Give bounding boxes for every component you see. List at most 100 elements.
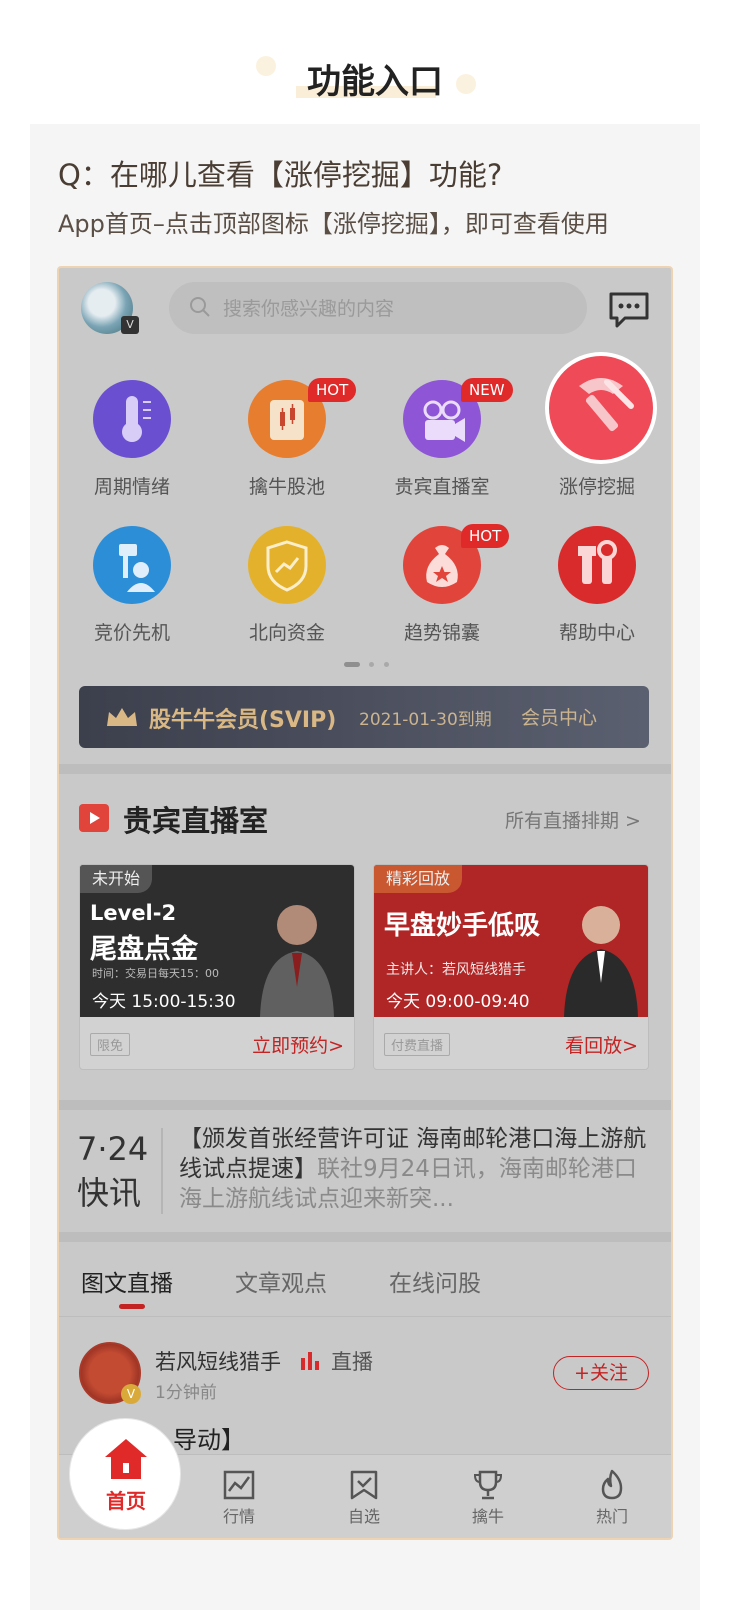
thermometer-icon xyxy=(93,380,171,458)
faq-question: Q：在哪儿查看【涨停挖掘】功能? xyxy=(58,158,503,192)
nav-label: 自选 xyxy=(347,1507,380,1526)
grid-item-cycle-sentiment[interactable]: 周期情绪 xyxy=(67,380,197,510)
app-topbar: V 搜索你感兴趣的内容 xyxy=(59,268,671,348)
grid-item-label: 擒牛股池 xyxy=(248,476,325,498)
grid-item-auction[interactable]: 竞价先机 xyxy=(67,526,197,656)
news-divider xyxy=(161,1128,163,1214)
page-indicator xyxy=(344,662,404,668)
vip-expiry: 2021-01-30到期 xyxy=(359,710,492,730)
nav-hot[interactable]: 热门 xyxy=(572,1469,652,1527)
grid-item-label: 帮助中心 xyxy=(558,622,635,644)
tab-online-qa[interactable]: 在线问股 xyxy=(389,1264,481,1298)
search-icon xyxy=(190,297,210,317)
live-subtitle: 主讲人：若风短线猎手 xyxy=(386,962,526,978)
page-header: 功能入口 xyxy=(0,50,750,110)
author-name[interactable]: 若风短线猎手 xyxy=(155,1346,281,1376)
message-icon[interactable] xyxy=(607,288,651,332)
grid-item-help-center[interactable]: 帮助中心 xyxy=(532,526,662,656)
grid-item-label: 涨停挖掘 xyxy=(558,476,635,498)
nav-label: 行情 xyxy=(222,1507,255,1526)
shield-chart-icon xyxy=(248,526,326,604)
grid-item-stock-pool[interactable]: HOT 擒牛股池 xyxy=(222,378,357,510)
live-headline: 早盘妙手低吸 xyxy=(384,911,541,941)
grid-item-trend-tips[interactable]: HOT 趋势锦囊 xyxy=(377,524,510,656)
tab-divider xyxy=(59,1316,671,1317)
grid-item-label: 周期情绪 xyxy=(93,476,170,498)
faq-card: Q：在哪儿查看【涨停挖掘】功能? App首页–点击顶部图标【涨停挖掘】，即可查看… xyxy=(30,124,700,1610)
verified-badge: V xyxy=(121,316,139,334)
page-title: 功能入口 xyxy=(307,62,443,102)
live-label: 直播 xyxy=(331,1350,373,1374)
replay-button[interactable]: 看回放> xyxy=(565,1031,638,1058)
page-dot xyxy=(369,662,374,667)
search-placeholder: 搜索你感兴趣的内容 xyxy=(223,298,395,320)
nav-bull[interactable]: 擒牛 xyxy=(448,1469,528,1527)
section-divider xyxy=(59,1100,671,1110)
section-divider xyxy=(59,1232,671,1242)
live-section-title: 贵宾直播室 xyxy=(123,804,269,838)
vip-title: 股牛牛会员(SVIP) xyxy=(149,708,337,733)
home-icon xyxy=(105,1439,147,1479)
host-photo xyxy=(260,905,334,1017)
follow-button[interactable]: +关注 xyxy=(553,1356,649,1390)
vip-banner[interactable]: 股牛牛会员(SVIP) 2021-01-30到期 会员中心 xyxy=(79,686,649,748)
live-status-tag: 未开始 xyxy=(80,865,153,893)
live-card[interactable]: 精彩回放 早盘妙手低吸 主讲人：若风短线猎手 今天 09:00-09:40 付费… xyxy=(373,864,649,1070)
live-headline: Level-2 xyxy=(90,901,177,925)
nav-label: 首页 xyxy=(106,1489,146,1513)
trophy-icon xyxy=(473,1470,503,1500)
news-logo-bottom: 快讯 xyxy=(77,1174,142,1212)
member-center-link[interactable]: 会员中心 xyxy=(521,703,597,730)
nav-market[interactable]: 行情 xyxy=(199,1469,279,1527)
section-divider xyxy=(59,764,671,774)
hot-badge: HOT xyxy=(308,378,357,402)
hot-badge: HOT xyxy=(461,524,510,548)
live-room-icon xyxy=(79,804,109,832)
tools-icon xyxy=(558,526,636,604)
auction-icon xyxy=(93,526,171,604)
live-thumbnail: 精彩回放 早盘妙手低吸 主讲人：若风短线猎手 今天 09:00-09:40 xyxy=(374,865,648,1017)
post-title-end: 导动】 xyxy=(173,1426,245,1454)
page-dot-active xyxy=(344,662,360,667)
new-badge: NEW xyxy=(461,378,513,402)
app-screenshot: V 搜索你感兴趣的内容 周期情绪 HOT 擒牛股池 NEW 贵宾直播室 涨停挖掘… xyxy=(57,266,673,1540)
grid-item-label: 贵宾直播室 xyxy=(394,476,490,498)
active-tab-indicator xyxy=(119,1304,145,1309)
live-bars-icon xyxy=(301,1352,319,1370)
live-thumbnail: 未开始 Level-2 尾盘点金 时间：交易日每天15：00 今天 15:00-… xyxy=(80,865,354,1017)
host-photo xyxy=(564,906,638,1017)
reserve-button[interactable]: 立即预约> xyxy=(252,1031,344,1058)
live-card[interactable]: 未开始 Level-2 尾盘点金 时间：交易日每天15：00 今天 15:00-… xyxy=(79,864,355,1070)
grid-item-northbound-funds[interactable]: 北向资金 xyxy=(222,526,352,656)
nav-home[interactable]: 首页 xyxy=(69,1418,181,1530)
grid-item-limit-up-mining[interactable]: 涨停挖掘 xyxy=(532,380,662,510)
live-time: 今天 15:00-15:30 xyxy=(92,992,236,1012)
tab-articles[interactable]: 文章观点 xyxy=(235,1264,327,1298)
search-input[interactable]: 搜索你感兴趣的内容 xyxy=(169,282,587,334)
grid-item-label: 北向资金 xyxy=(248,622,325,644)
nav-watchlist[interactable]: 自选 xyxy=(324,1469,404,1527)
news-logo-top: 7·24 xyxy=(77,1130,149,1168)
page-dot xyxy=(384,662,389,667)
bookmark-icon xyxy=(350,1470,378,1500)
fire-icon xyxy=(601,1469,623,1500)
live-headline: 尾盘点金 xyxy=(90,934,198,965)
nav-label: 擒牛 xyxy=(471,1507,504,1526)
all-schedule-link[interactable]: 所有直播排期 > xyxy=(505,806,641,833)
live-subtitle: 时间：交易日每天15：00 xyxy=(92,967,219,980)
live-status-tag: 精彩回放 xyxy=(374,865,463,893)
post-time: 1分钟前 xyxy=(155,1383,217,1403)
live-price-chip: 限免 xyxy=(90,1033,131,1056)
grid-item-label: 竞价先机 xyxy=(93,622,170,644)
grid-item-vip-live-room[interactable]: NEW 贵宾直播室 xyxy=(377,378,513,510)
tab-text-live[interactable]: 图文直播 xyxy=(81,1264,173,1298)
grid-item-label: 趋势锦囊 xyxy=(403,622,480,644)
chart-icon xyxy=(223,1470,255,1500)
crown-icon xyxy=(107,708,137,726)
verified-badge: V xyxy=(121,1384,141,1404)
live-price-chip: 付费直播 xyxy=(384,1033,451,1056)
live-time: 今天 09:00-09:40 xyxy=(386,992,530,1012)
nav-label: 热门 xyxy=(595,1507,628,1526)
news-flash-item[interactable]: 【颁发首张经营许可证 海南邮轮港口海上游航线试点提速】联社9月24日讯，海南邮轮… xyxy=(179,1124,649,1214)
faq-answer: App首页–点击顶部图标【涨停挖掘】，即可查看使用 xyxy=(58,210,609,238)
